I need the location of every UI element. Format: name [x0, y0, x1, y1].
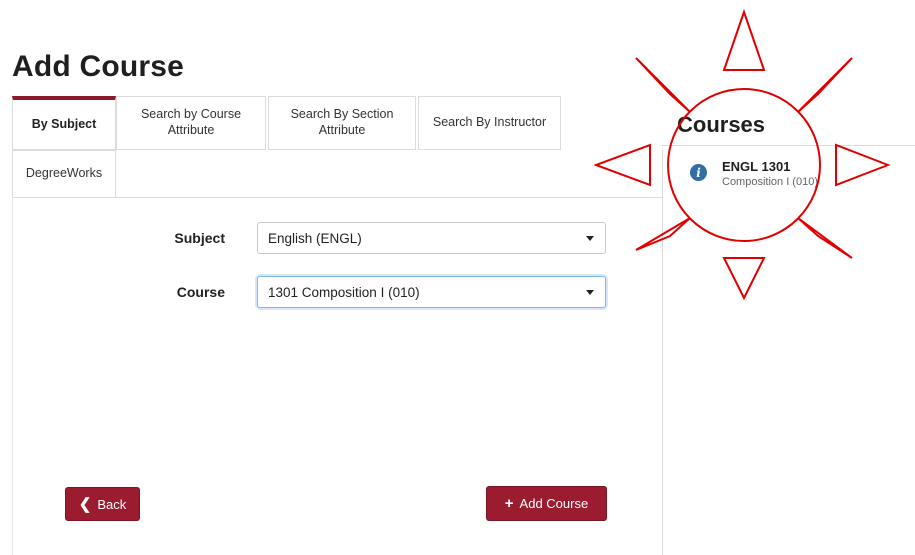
back-button-label: Back — [97, 496, 127, 512]
tab-search-by-section-attribute[interactable]: Search By Section Attribute — [268, 96, 416, 150]
back-button[interactable]: ❮ Back — [65, 487, 140, 521]
chevron-down-icon — [586, 290, 594, 295]
chevron-left-icon: ❮ — [78, 496, 92, 513]
tabs-divider — [12, 197, 662, 198]
annotation-triangle-top-left — [635, 57, 691, 113]
tab-search-by-instructor[interactable]: Search By Instructor — [418, 96, 561, 150]
panel-border — [12, 197, 13, 555]
tab-by-subject[interactable]: By Subject — [12, 96, 116, 150]
annotation-triangle-top-right — [797, 57, 853, 113]
add-course-button[interactable]: + Add Course — [486, 486, 607, 521]
tab-label: DegreeWorks — [25, 166, 103, 181]
course-description: Composition I (010) — [722, 176, 818, 188]
annotation-triangle-bottom-left — [635, 217, 691, 251]
subject-select-value: English (ENGL) — [268, 230, 362, 246]
tab-label: By Subject — [31, 116, 97, 131]
tab-label: Search By Section Attribute — [290, 107, 394, 137]
course-code: ENGL 1301 — [722, 159, 791, 174]
annotation-triangle-right — [835, 143, 891, 187]
info-icon: i — [690, 164, 707, 181]
courses-title: Courses — [677, 112, 766, 137]
column-divider — [662, 150, 663, 555]
plus-icon: + — [504, 495, 514, 512]
annotation-triangle-top — [722, 8, 766, 71]
add-course-button-label: Add Course — [519, 496, 589, 511]
tab-search-by-course-attribute[interactable]: Search by Course Attribute — [116, 96, 266, 150]
subject-label: Subject — [174, 230, 225, 246]
chevron-down-icon — [586, 236, 594, 241]
course-select[interactable]: 1301 Composition I (010) — [257, 276, 606, 308]
course-label: Course — [176, 284, 225, 300]
tab-label: Search by Course Attribute — [140, 107, 242, 137]
tab-degreeworks[interactable]: DegreeWorks — [12, 150, 116, 198]
courses-header-divider — [662, 145, 915, 146]
page-title: Add Course — [12, 50, 185, 83]
annotation-triangle-bottom — [722, 257, 766, 301]
annotation-triangle-bottom-right — [797, 217, 853, 259]
tab-label: Search By Instructor — [432, 115, 547, 130]
course-select-value: 1301 Composition I (010) — [268, 284, 420, 300]
subject-select[interactable]: English (ENGL) — [257, 222, 606, 254]
annotation-triangle-left — [593, 143, 651, 187]
